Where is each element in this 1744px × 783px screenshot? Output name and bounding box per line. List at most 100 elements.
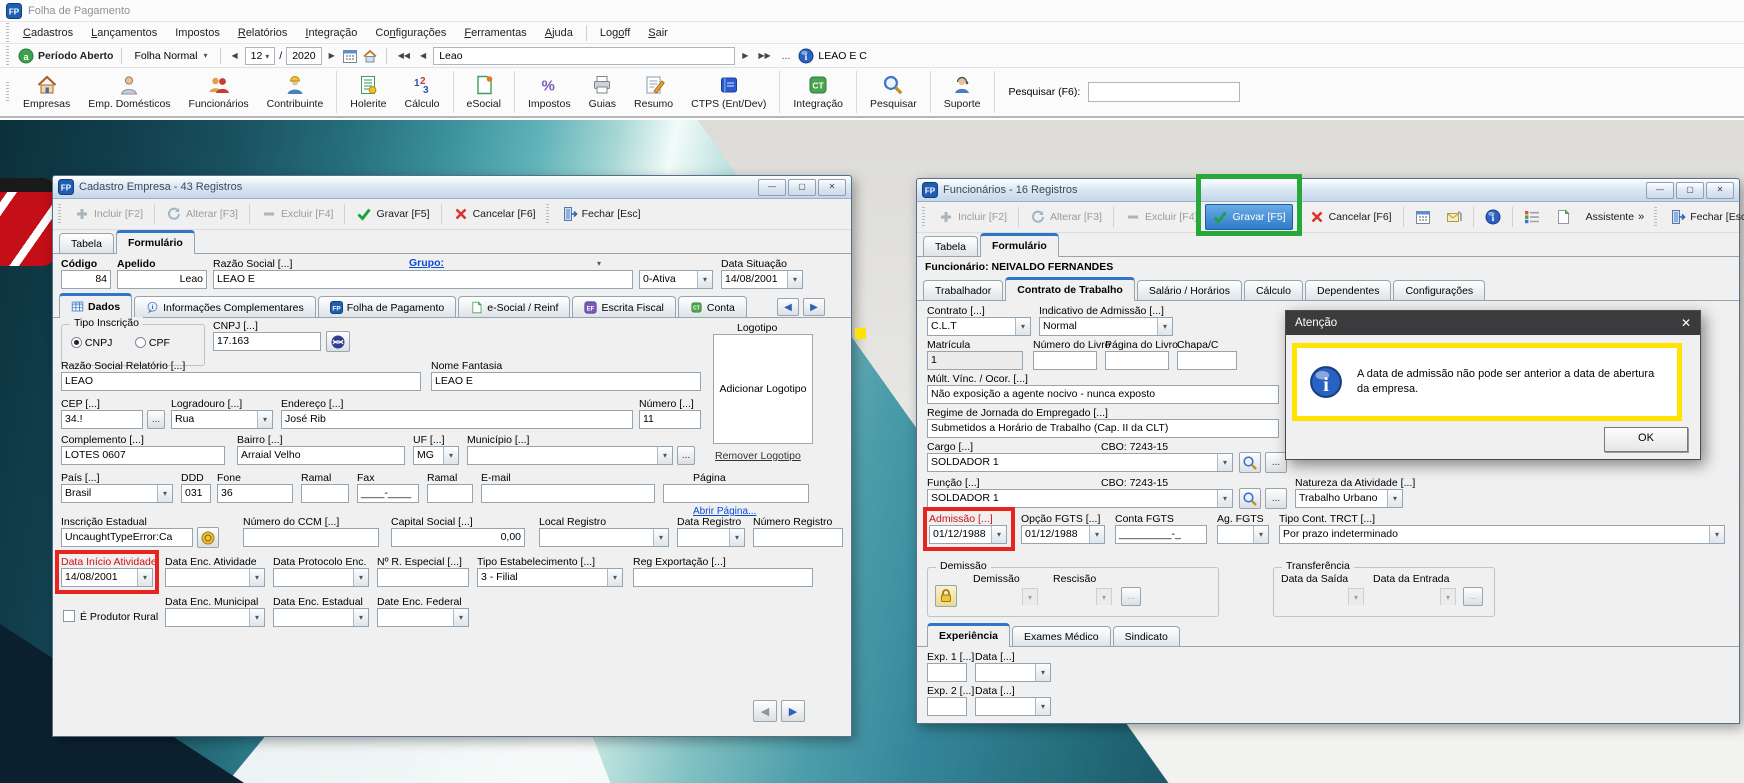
- empresa-toolbar-grip[interactable]: [58, 204, 61, 224]
- periodbar-grip[interactable]: [6, 46, 9, 66]
- empresa-inner-tab-dados[interactable]: Dados: [59, 293, 132, 318]
- remover-logotipo-link[interactable]: Remover Logotipo: [715, 450, 801, 462]
- contrato-combo[interactable]: C.L.T: [927, 317, 1031, 336]
- cargo-search-button[interactable]: [1239, 452, 1261, 473]
- record-nav-field[interactable]: Leao: [433, 47, 735, 65]
- record-first-button[interactable]: ◀◀: [395, 49, 413, 62]
- razao-rel-field[interactable]: LEAO: [61, 372, 421, 391]
- conta-fgts-field[interactable]: _________-_: [1115, 525, 1207, 544]
- pagina-field[interactable]: [663, 484, 809, 503]
- ramal1-field[interactable]: [301, 484, 349, 503]
- situacao-combo[interactable]: 0-Ativa: [639, 270, 713, 289]
- home-icon[interactable]: [362, 48, 378, 64]
- menu-item-integracao[interactable]: Integração: [296, 24, 366, 42]
- produtor-rural-checkbox[interactable]: [63, 610, 75, 622]
- fax-field[interactable]: ____-____: [357, 484, 419, 503]
- local-reg-combo[interactable]: [539, 528, 669, 547]
- toolbar-button-fechar-esc-funcionarios[interactable]: Fechar [Esc]: [1663, 204, 1744, 230]
- month-next-button[interactable]: ▶: [326, 49, 338, 62]
- radio-cnpj[interactable]: CNPJ: [71, 337, 112, 349]
- logotipo-box[interactable]: Adicionar Logotipo: [713, 334, 813, 444]
- experiencia-tab-experiencia[interactable]: Experiência: [927, 623, 1010, 647]
- email-field[interactable]: [481, 484, 655, 503]
- complemento-field[interactable]: LOTES 0607: [61, 446, 225, 465]
- ie-field[interactable]: UncaughtTypeError:Ca: [61, 528, 193, 547]
- record-next-button[interactable]: ▶: [739, 49, 751, 62]
- radio-cpf[interactable]: CPF: [135, 337, 170, 349]
- pais-combo[interactable]: Brasil: [61, 484, 173, 503]
- ddd-field[interactable]: 031: [181, 484, 211, 503]
- funcionarios-inner-tab-dependentes[interactable]: Dependentes: [1305, 280, 1391, 301]
- toolbar-button-assist-page-funcionarios[interactable]: [1548, 204, 1578, 230]
- menu-item-impostos[interactable]: Impostos: [166, 24, 229, 42]
- month-prev-button[interactable]: ◀: [229, 49, 241, 62]
- close-button[interactable]: ✕: [1706, 182, 1734, 199]
- toolbar-esocial-button[interactable]: eSocial: [458, 69, 510, 115]
- numero-livro-field[interactable]: [1033, 351, 1097, 370]
- data-enc-municipal-combo[interactable]: [165, 608, 265, 627]
- data-reg-combo[interactable]: [677, 528, 745, 547]
- data-protocolo-combo[interactable]: [273, 568, 369, 587]
- grupo-arrow-icon[interactable]: ▾: [597, 259, 601, 268]
- menubar-grip[interactable]: [6, 23, 9, 43]
- funcao-combo[interactable]: SOLDADOR 1: [927, 489, 1233, 508]
- menu-item-cadastros[interactable]: Cadastros: [14, 24, 82, 42]
- funcionarios-tab-tabela[interactable]: Tabela: [923, 236, 978, 257]
- empresa-inner-tab-conta[interactable]: CTConta: [678, 296, 747, 318]
- menu-item-ferramentas[interactable]: Ferramentas: [455, 24, 535, 42]
- nr-especial-field[interactable]: [377, 568, 469, 587]
- endereco-field[interactable]: José Rib: [281, 410, 633, 429]
- main-toolbar-grip[interactable]: [6, 82, 9, 102]
- cep-lookup-button[interactable]: ...: [147, 410, 165, 429]
- funcionarios-inner-tab-trabalhador[interactable]: Trabalhador: [923, 280, 1003, 301]
- toolbar-integracao-button[interactable]: CTIntegração: [784, 69, 852, 115]
- toolbar-funcionarios-button[interactable]: Funcionários: [180, 69, 258, 115]
- capital-field[interactable]: 0,00: [391, 528, 525, 547]
- toolbar-pesquisar-button[interactable]: Pesquisar: [861, 69, 926, 115]
- toolbar-button-fechar-esc-empresa[interactable]: Fechar [Esc]: [555, 201, 648, 227]
- cargo-lookup-button[interactable]: ...: [1265, 452, 1287, 473]
- toolbar-emp-domesticos-button[interactable]: Emp. Domésticos: [79, 69, 179, 115]
- funcionarios-inner-tab-calculo[interactable]: Cálculo: [1244, 280, 1303, 301]
- empresa-titlebar[interactable]: FP Cadastro Empresa - 43 Registros — ▢ ✕: [53, 176, 851, 199]
- funcionarios-titlebar[interactable]: FP Funcionários - 16 Registros — ▢ ✕: [917, 179, 1739, 202]
- data-inicio-atividade-combo[interactable]: 14/08/2001: [61, 568, 153, 587]
- data-situacao-combo[interactable]: 14/08/2001: [721, 270, 803, 289]
- opcao-fgts-combo[interactable]: 01/12/1988: [1021, 525, 1105, 544]
- menu-item-sair[interactable]: Sair: [639, 24, 677, 42]
- empresa-grip[interactable]: [546, 204, 549, 224]
- ramal2-field[interactable]: [427, 484, 473, 503]
- cep-field[interactable]: 34.!: [61, 410, 143, 429]
- uf-combo[interactable]: MG: [413, 446, 459, 465]
- regime-jornada-field[interactable]: Submetidos a Horário de Trabalho (Cap. I…: [927, 419, 1279, 438]
- toolbar-button-gravar-f5-empresa[interactable]: Gravar [F5]: [349, 201, 436, 227]
- toolbar-button-calendar-funcionarios[interactable]: [1408, 204, 1438, 230]
- record-prev-page-button[interactable]: ◀: [753, 700, 777, 722]
- toolbar-ctps-ent-dev-button[interactable]: CTPS (Ent/Dev): [682, 69, 775, 115]
- admissao-combo[interactable]: 01/12/1988: [929, 525, 1007, 544]
- funcao-search-button[interactable]: [1239, 488, 1261, 509]
- funcionarios-toolbar-grip[interactable]: [922, 207, 925, 227]
- menu-item-lancamentos[interactable]: Lançamentos: [82, 24, 166, 42]
- toolbar-contribuinte-button[interactable]: Contribuinte: [258, 69, 333, 115]
- date-enc-federal-combo[interactable]: [377, 608, 469, 627]
- chapa-field[interactable]: [1177, 351, 1237, 370]
- cnpj-field[interactable]: 17.163: [213, 332, 321, 351]
- razao-social-field[interactable]: LEAO E: [213, 270, 633, 289]
- toolbar-button-cancelar-f6-funcionarios[interactable]: Cancelar [F6]: [1302, 204, 1399, 230]
- data2-combo[interactable]: [975, 697, 1051, 716]
- data-enc-estadual-combo[interactable]: [273, 608, 369, 627]
- calendar-icon[interactable]: [342, 48, 358, 64]
- maximize-button[interactable]: ▢: [1676, 182, 1704, 199]
- pagina-livro-field[interactable]: [1105, 351, 1169, 370]
- tipo-estabelecimento-combo[interactable]: 3 - Filial: [477, 568, 623, 587]
- toolbar-button-list-colored-funcionarios[interactable]: [1517, 204, 1547, 230]
- funcao-lookup-button[interactable]: ...: [1265, 488, 1287, 509]
- menu-item-relatorios[interactable]: Relatórios: [229, 24, 297, 42]
- empresa-inner-tab-escrita-fiscal[interactable]: EFEscrita Fiscal: [572, 296, 675, 318]
- funcionarios-tab-formulario[interactable]: Formulário: [980, 233, 1059, 257]
- funcionarios-inner-tab-salario-horarios[interactable]: Salário / Horários: [1137, 280, 1242, 301]
- toolbar-button-assistente-funcionarios[interactable]: Assistente»: [1579, 206, 1652, 228]
- experiencia-tab-sindicato[interactable]: Sindicato: [1113, 626, 1180, 647]
- menu-item-logoff[interactable]: Logoff: [591, 24, 639, 42]
